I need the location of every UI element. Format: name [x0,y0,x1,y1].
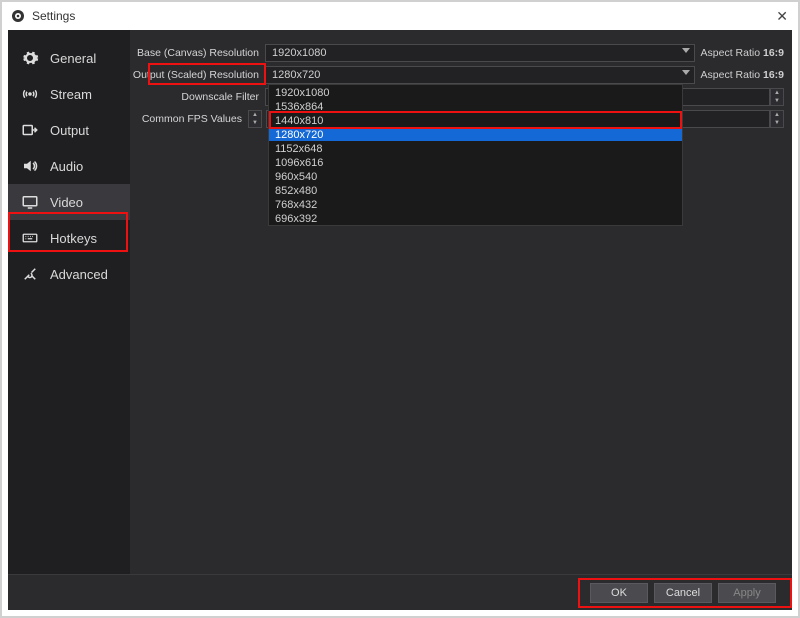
close-icon[interactable]: ✕ [776,8,788,25]
dropdown-option[interactable]: 1920x1080 [269,85,682,99]
output-resolution-field[interactable]: 1280x720 [265,66,695,84]
ok-button[interactable]: OK [590,583,648,603]
chevron-down-icon [682,48,690,53]
output-icon [20,120,40,140]
keyboard-icon [20,228,40,248]
sidebar-item-stream[interactable]: Stream [8,76,130,112]
app-icon [10,8,26,24]
base-resolution-field[interactable]: 1920x1080 [265,44,695,62]
apply-button[interactable]: Apply [718,583,776,603]
sidebar-item-label: Video [50,195,83,210]
sidebar-item-audio[interactable]: Audio [8,148,130,184]
sidebar-item-advanced[interactable]: Advanced [8,256,130,292]
sidebar-item-label: Audio [50,159,83,174]
window-body: General Stream Output [8,30,792,610]
content-panel: Base (Canvas) Resolution 1920x1080 Aspec… [130,30,792,574]
gear-icon [20,48,40,68]
dropdown-option[interactable]: 852x480 [269,183,682,197]
fps-value-spinner[interactable]: ▲▼ [770,110,784,128]
cancel-button[interactable]: Cancel [654,583,712,603]
sidebar-item-label: General [50,51,96,66]
dropdown-option[interactable]: 1440x810 [269,113,682,127]
footer: OK Cancel Apply [8,574,792,610]
sidebar-item-general[interactable]: General [8,40,130,76]
fps-mode-spinner[interactable]: ▲▼ [248,110,262,128]
aspect-ratio-label: Aspect Ratio 16:9 [701,69,784,81]
window-title: Settings [32,9,75,23]
dropdown-option[interactable]: 696x392 [269,211,682,225]
dropdown-option[interactable]: 1536x864 [269,99,682,113]
titlebar: Settings ✕ [2,2,798,30]
sidebar-item-label: Advanced [50,267,108,282]
settings-window: Settings ✕ General Stream [0,0,800,618]
dropdown-option[interactable]: 768x432 [269,197,682,211]
dropdown-option[interactable]: 1280x720 [269,127,682,141]
downscale-filter-label: Downscale Filter [130,91,265,103]
audio-icon [20,156,40,176]
sidebar-item-label: Stream [50,87,92,102]
broadcast-icon [20,84,40,104]
aspect-ratio-label: Aspect Ratio 16:9 [701,47,784,59]
monitor-icon [20,192,40,212]
base-resolution-value: 1920x1080 [272,47,326,59]
dropdown-option[interactable]: 960x540 [269,169,682,183]
sidebar-item-hotkeys[interactable]: Hotkeys [8,220,130,256]
sidebar-item-output[interactable]: Output [8,112,130,148]
chevron-down-icon [682,70,690,75]
dropdown-option[interactable]: 1096x616 [269,155,682,169]
base-resolution-label: Base (Canvas) Resolution [130,47,265,59]
sidebar-item-label: Output [50,123,89,138]
resolution-dropdown-list[interactable]: 1920x10801536x8641440x8101280x7201152x64… [268,84,683,226]
dropdown-option[interactable]: 1152x648 [269,141,682,155]
fps-label: Common FPS Values [130,113,248,125]
sidebar: General Stream Output [8,30,130,574]
output-resolution-value: 1280x720 [272,69,320,81]
tools-icon [20,264,40,284]
sidebar-item-label: Hotkeys [50,231,97,246]
spinner-control[interactable]: ▲▼ [770,88,784,106]
sidebar-item-video[interactable]: Video [8,184,130,220]
output-resolution-label: Output (Scaled) Resolution [130,69,265,81]
